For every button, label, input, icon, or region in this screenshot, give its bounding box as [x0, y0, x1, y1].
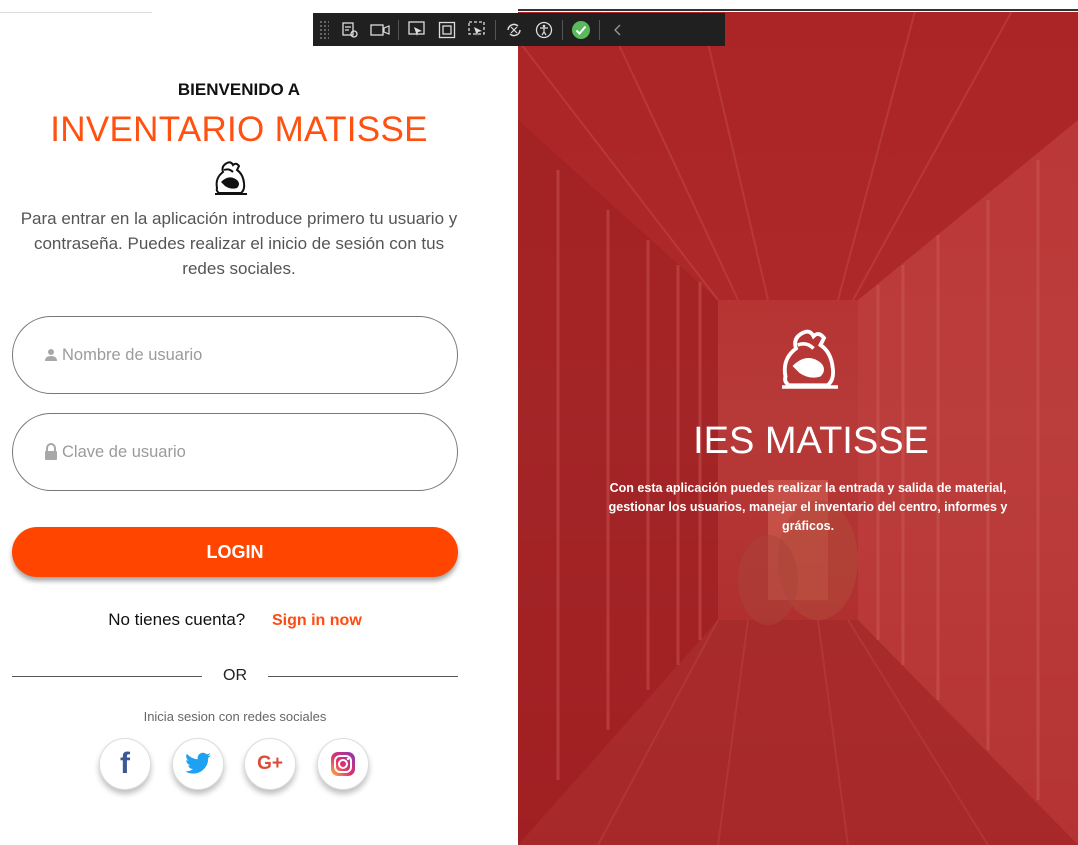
no-account-text: No tienes cuenta? — [108, 610, 246, 629]
user-icon — [43, 348, 59, 362]
google-plus-button[interactable]: G+ — [244, 738, 296, 790]
hero-title: IES MATISSE — [693, 420, 929, 462]
username-field[interactable]: Nombre de usuario — [12, 316, 458, 394]
sign-in-now-link[interactable]: Sign in now — [272, 612, 362, 629]
binding-ok-icon[interactable] — [566, 15, 596, 45]
social-caption: Inicia sesion con redes sociales — [143, 709, 327, 724]
toolbar-grip-icon[interactable] — [319, 19, 329, 40]
hero-panel: IES MATISSE Con esta aplicación puedes r… — [518, 0, 1078, 845]
login-panel: BIENVENIDO A INVENTARIO MATISSE Para ent… — [0, 0, 518, 845]
social-buttons: f G+ — [0, 738, 520, 798]
welcome-heading: BIENVENIDO A — [177, 80, 301, 99]
track-focus-icon[interactable] — [462, 15, 492, 45]
debug-toolbar — [313, 13, 725, 46]
twitter-icon — [185, 752, 211, 774]
password-field[interactable]: Clave de usuario — [12, 413, 458, 491]
select-element-icon[interactable] — [402, 15, 432, 45]
app-title: INVENTARIO MATISSE — [50, 110, 428, 149]
username-placeholder: Nombre de usuario — [62, 345, 203, 364]
live-visual-tree-icon[interactable] — [335, 15, 365, 45]
collapse-chevron-icon[interactable] — [603, 15, 633, 45]
lock-icon — [43, 443, 59, 461]
hero-description: Con esta aplicación puedes realizar la e… — [608, 481, 1008, 533]
divider-line — [268, 676, 458, 677]
or-divider: OR — [12, 666, 458, 686]
toolbar-separator — [495, 19, 496, 40]
toolbar-separator — [562, 19, 563, 40]
signup-row: No tienes cuenta? Sign in now — [0, 610, 470, 630]
divider-line — [12, 676, 202, 677]
toolbar-separator — [599, 19, 600, 40]
google-plus-icon: G+ — [257, 753, 283, 774]
display-layout-icon[interactable] — [365, 15, 395, 45]
intro-text: Para entrar en la aplicación introduce p… — [20, 209, 458, 278]
hero-top-line — [518, 9, 1078, 11]
hot-reload-icon[interactable] — [499, 15, 529, 45]
facebook-icon: f — [120, 747, 130, 780]
instagram-button[interactable] — [317, 738, 369, 790]
facebook-button[interactable]: f — [99, 738, 151, 790]
password-placeholder: Clave de usuario — [62, 442, 186, 461]
accessibility-icon[interactable] — [529, 15, 559, 45]
display-adorners-icon[interactable] — [432, 15, 462, 45]
toolbar-separator — [398, 19, 399, 40]
matisse-logo-white-icon — [782, 329, 838, 389]
matisse-logo-icon — [215, 161, 247, 195]
or-text: OR — [223, 667, 247, 684]
instagram-icon — [331, 752, 355, 776]
twitter-button[interactable] — [172, 738, 224, 790]
login-button[interactable]: LOGIN — [12, 527, 458, 577]
